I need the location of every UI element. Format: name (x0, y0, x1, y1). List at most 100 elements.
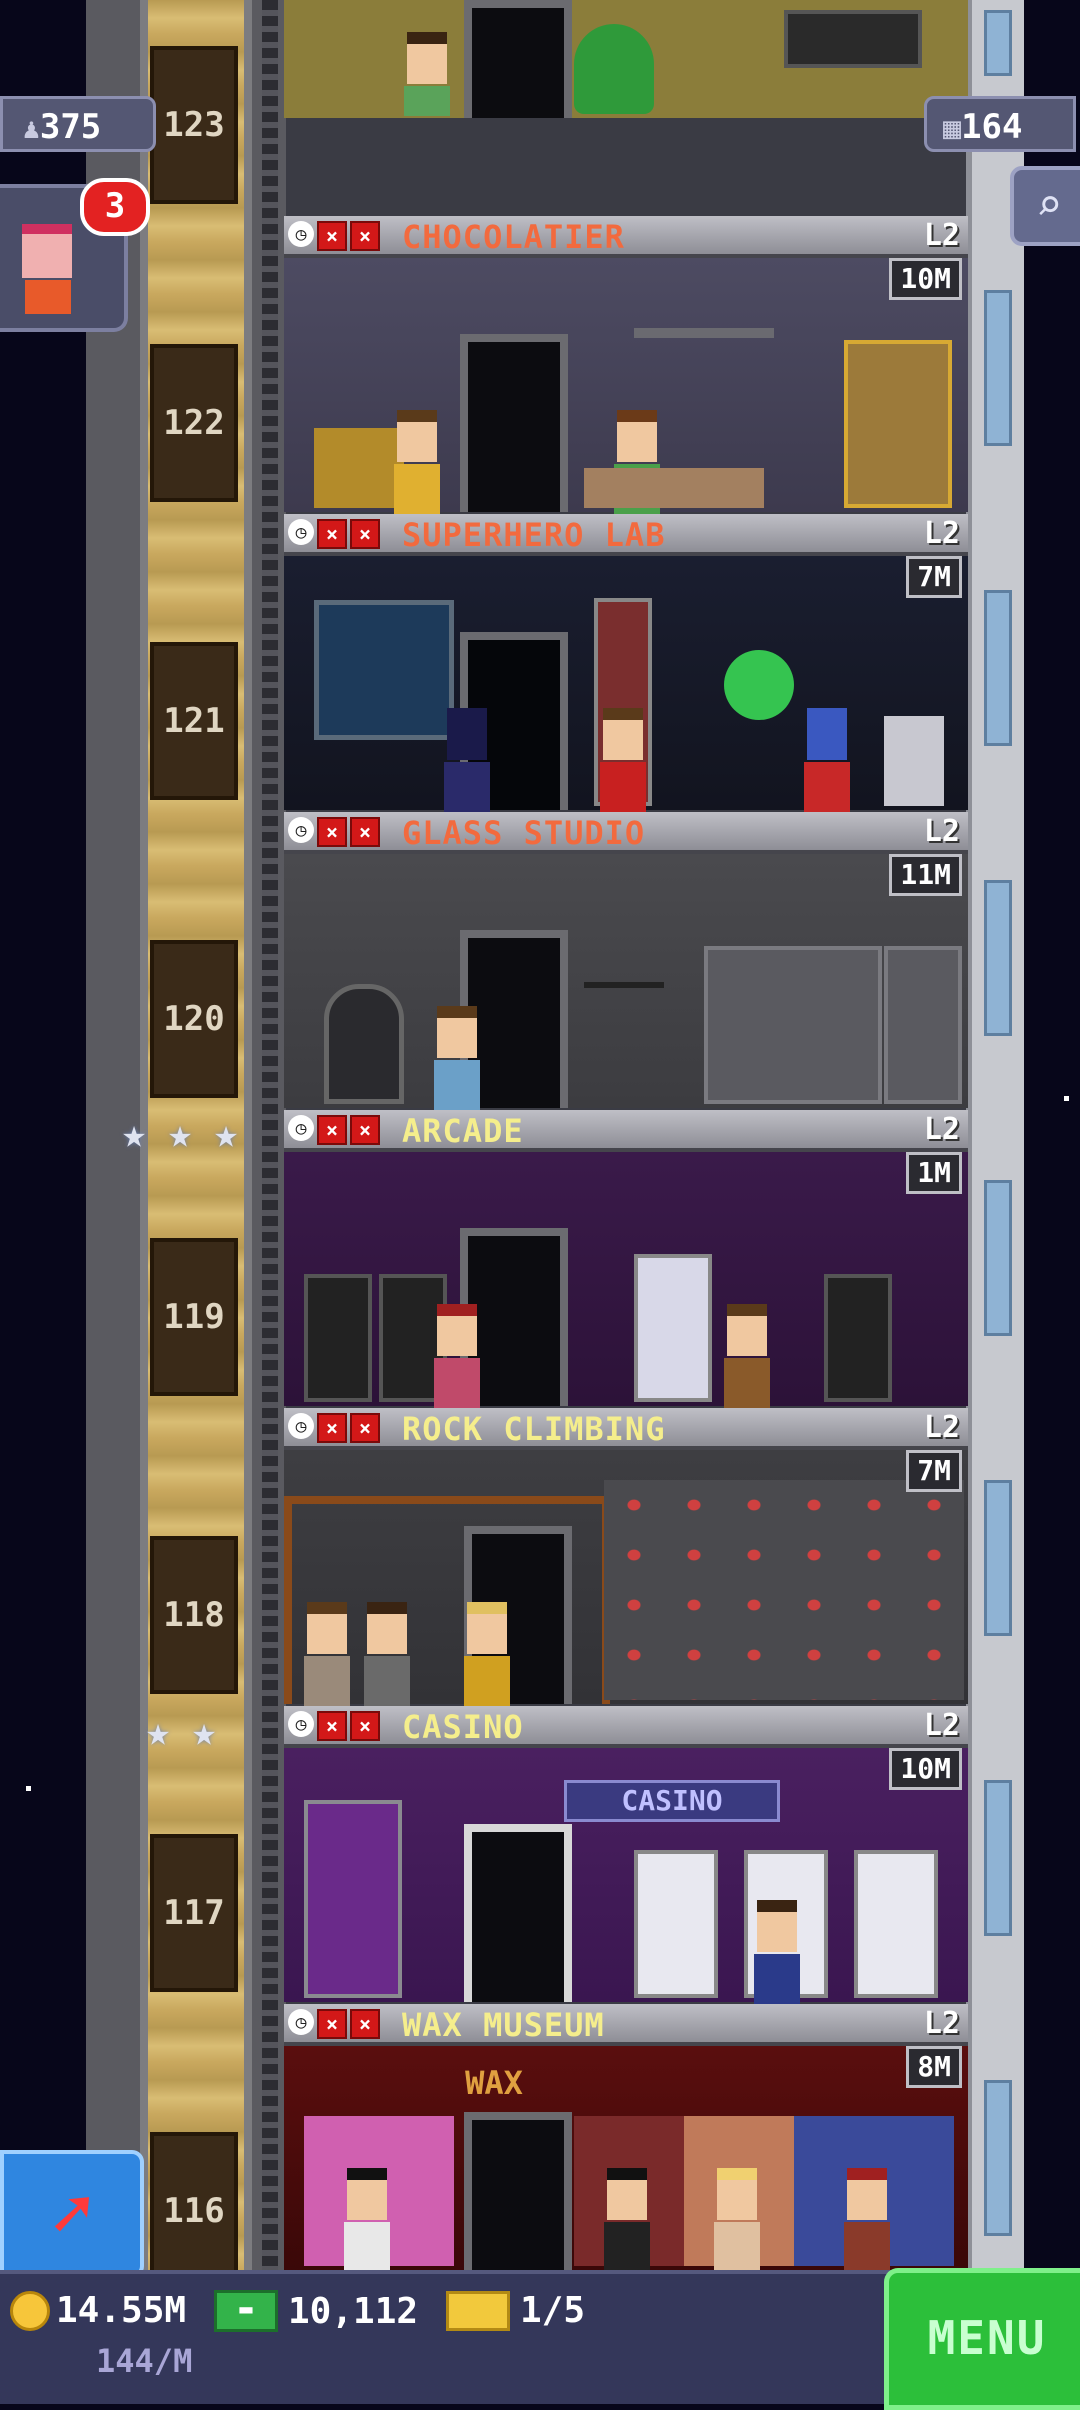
floor-level: L2 (923, 218, 960, 253)
floor-glass-studio[interactable]: ◷ × × GLASS STUDIO L2 11M (284, 812, 968, 1110)
casino-sign: CASINO (564, 1780, 780, 1822)
elevator-floor-121[interactable]: 121 (150, 642, 238, 800)
stock-empty-icon: × (350, 817, 380, 847)
elevator-floor-116[interactable]: 116 (150, 2132, 238, 2290)
elevator-floor-120[interactable]: 120 (150, 940, 238, 1098)
restock-timer: 10M (889, 1748, 962, 1790)
clock-icon: ◷ (288, 817, 314, 843)
stock-empty-icon: × (350, 1711, 380, 1741)
floor-room: CASINO (284, 1748, 968, 2004)
stock-empty-icon: × (350, 221, 380, 251)
floor-counter[interactable]: ▦164 (924, 96, 1076, 152)
stock-empty-icon: × (317, 2009, 347, 2039)
shelf (634, 328, 774, 338)
floor-header: ◷ × × WAX MUSEUM L2 (284, 2004, 968, 2046)
stock-empty-icon: × (317, 1115, 347, 1145)
elevator-floor-122[interactable]: 122 (150, 344, 238, 502)
floor-level: L2 (923, 1410, 960, 1445)
floor-name: ARCADE (402, 1112, 524, 1150)
door (464, 2112, 572, 2270)
floor-header: ◷ × × CASINO L2 (284, 1706, 968, 1748)
person (364, 1602, 410, 1706)
floor-level: L2 (923, 1112, 960, 1147)
floor-superhero-lab[interactable]: ◷ × × SUPERHERO LAB L2 7M (284, 514, 968, 812)
person (724, 1304, 770, 1408)
floor-name: ROCK CLIMBING (402, 1410, 666, 1448)
arrow-up-right-icon: ➚ (50, 2173, 94, 2255)
floor-name: WAX MUSEUM (402, 2006, 605, 2044)
floor-name: CASINO (402, 1708, 524, 1746)
wax-sign: WAX (465, 2064, 523, 2102)
glass-shelf (884, 946, 962, 1104)
search-icon[interactable]: ⌕ (1010, 166, 1080, 246)
floor-rock-climbing[interactable]: ◷ × × ROCK CLIMBING L2 7M (284, 1408, 968, 1706)
bux-value: 10,112 (288, 2290, 419, 2332)
monitor (784, 10, 922, 68)
star-dot (1064, 1096, 1069, 1101)
floor-rating-stars: ★ ★ (146, 1712, 232, 1752)
window-strip (984, 2080, 1012, 2236)
coin-rate: 144/M (96, 2342, 193, 2380)
notification-badge: 3 (80, 178, 150, 236)
window-strip (984, 1480, 1012, 1636)
clock-icon: ◷ (288, 519, 314, 545)
person (714, 2168, 760, 2272)
clock-icon: ◷ (288, 1711, 314, 1737)
floor-wax-museum[interactable]: ◷ × × WAX MUSEUM L2 WAX 8M (284, 2004, 968, 2272)
building-icon: ▦ (943, 111, 962, 146)
restock-timer: 7M (906, 1450, 962, 1492)
person (600, 708, 646, 812)
restock-timer: 10M (889, 258, 962, 300)
restock-timer: 1M (906, 1152, 962, 1194)
population-counter[interactable]: ♟375 (0, 96, 156, 152)
elevator-floor-119[interactable]: 119 (150, 1238, 238, 1396)
bux-icon: ▬ (214, 2290, 278, 2332)
floor-room (284, 0, 968, 118)
floor-level: L2 (923, 516, 960, 551)
elevator-floor-123[interactable]: 123 (150, 46, 238, 204)
casino-pillar-panel (304, 1800, 402, 1998)
floor-header: ◷ × × ARCADE L2 (284, 1110, 968, 1152)
tickets-display: 1/5 (446, 2290, 585, 2331)
glass-shelf (704, 946, 882, 1104)
floor-arcade[interactable]: ◷ × × ARCADE L2 1M (284, 1110, 968, 1408)
floor-room (284, 556, 968, 812)
person (344, 2168, 390, 2272)
person (304, 1602, 350, 1706)
bux-display: ▬ 10,112 (214, 2290, 418, 2332)
star-dot (26, 1786, 31, 1791)
star-icon: ★ (192, 1709, 217, 1755)
slot-machine (634, 1850, 718, 1998)
claw-machine (634, 1254, 712, 1402)
floor-casino[interactable]: ◷ × × CASINO L2 CASINO 10M (284, 1706, 968, 2004)
person (464, 1602, 510, 1706)
stock-empty-icon: × (350, 1115, 380, 1145)
elevator-floor-117[interactable]: 117 (150, 1834, 238, 1992)
tickets-value: 1/5 (520, 2290, 586, 2331)
stock-empty-icon: × (350, 2009, 380, 2039)
coins-value: 14.55M (56, 2290, 187, 2331)
clock-icon: ◷ (288, 2009, 314, 2035)
elevator-floor-118[interactable]: 118 (150, 1536, 238, 1694)
arcade-cabinet (824, 1274, 892, 1402)
person (434, 1006, 480, 1110)
elevator-arrow-button[interactable]: ➚ (0, 2150, 144, 2278)
hologram-screen (314, 600, 454, 740)
chocolate-vat (844, 340, 952, 508)
ticket-icon (446, 2290, 510, 2331)
floor-name: CHOCOLATIER (402, 218, 625, 256)
floor-header: ◷ × × ROCK CLIMBING L2 (284, 1408, 968, 1450)
arcade-cabinet (304, 1274, 372, 1402)
floor-rating-stars: ★ ★ ★ (122, 1114, 254, 1154)
clock-icon: ◷ (288, 221, 314, 247)
floor-chocolatier[interactable]: ◷ × × CHOCOLATIER L2 10M (284, 216, 968, 514)
floor-123[interactable] (284, 0, 968, 210)
floor-header: ◷ × × SUPERHERO LAB L2 (284, 514, 968, 556)
menu-button[interactable]: MENU (884, 2268, 1080, 2410)
window-strip (984, 1180, 1012, 1336)
window-strip (984, 1780, 1012, 1936)
stock-empty-icon: × (317, 221, 347, 251)
window-strip (984, 290, 1012, 446)
slot-machine (854, 1850, 938, 1998)
elevator-rail (262, 0, 278, 2270)
